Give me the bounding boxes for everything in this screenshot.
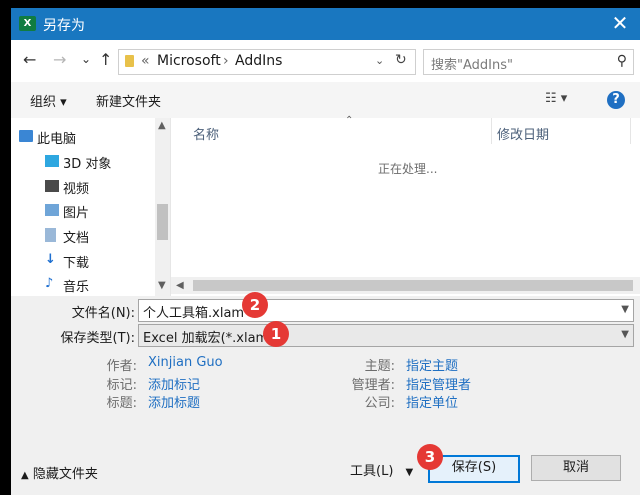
back-button[interactable]: ←	[23, 50, 36, 70]
nav-item-videos[interactable]: 视频	[45, 178, 90, 197]
nav-item-label: 音乐	[63, 280, 90, 295]
manager-label: 管理者:	[351, 378, 395, 393]
tools-label: 工具(L)	[350, 464, 394, 479]
filetype-value: Excel 加载宏(*.xlam)	[143, 331, 274, 346]
scrollbar-thumb[interactable]	[157, 204, 168, 240]
author-label: 作者:	[106, 359, 137, 374]
tags-label: 标记:	[106, 378, 137, 393]
nav-item-label: 3D 对象	[63, 157, 112, 172]
nav-item-3d-objects[interactable]: 3D 对象	[45, 153, 112, 172]
nav-item-label: 图片	[63, 206, 90, 221]
loading-status: 正在处理...	[378, 162, 438, 176]
step-badge-1: 1	[263, 321, 289, 347]
pc-icon	[19, 130, 33, 142]
music-icon: ♪	[45, 276, 54, 291]
breadcrumb-microsoft[interactable]: Microsoft	[157, 53, 221, 69]
hide-folders-toggle[interactable]: ▲ 隐藏文件夹	[21, 463, 98, 482]
address-bar[interactable]: « Microsoft › AddIns ⌄ ↻	[118, 49, 416, 75]
nav-item-label: 视频	[63, 182, 90, 197]
breadcrumb-addins[interactable]: AddIns	[235, 53, 282, 69]
filename-label: 文件名(N):	[71, 306, 135, 321]
nav-item-label: 此电脑	[37, 132, 77, 147]
navigation-pane: 此电脑 3D 对象 视频 图片 文档 ↓ 下载 ♪ 音乐 ▲ ▼	[11, 118, 171, 296]
hide-folders-label: 隐藏文件夹	[32, 467, 98, 482]
step-badge-3: 3	[417, 444, 443, 470]
search-icon[interactable]: ⚲	[617, 53, 627, 69]
subject-value[interactable]: 指定主题	[406, 355, 458, 374]
folder-icon	[125, 55, 134, 67]
help-icon[interactable]: ?	[607, 91, 625, 109]
filetype-select[interactable]: Excel 加载宏(*.xlam) ▼	[138, 324, 634, 347]
excel-app-icon: X	[19, 16, 36, 31]
documents-icon	[45, 228, 56, 242]
3d-objects-icon	[45, 155, 59, 167]
tools-menu[interactable]: 工具(L) ▼	[350, 460, 413, 479]
chevron-down-icon[interactable]: ▼	[621, 304, 629, 315]
filename-input[interactable]: 个人工具箱.xlam	[143, 302, 244, 321]
scroll-down-icon[interactable]: ▼	[158, 280, 166, 291]
nav-item-downloads[interactable]: ↓ 下载	[45, 252, 90, 271]
subject-label: 主题:	[364, 359, 395, 374]
close-icon: ✕	[611, 11, 629, 35]
video-icon	[45, 180, 59, 192]
up-arrow-icon: ↑	[99, 50, 113, 69]
chevron-down-icon: ▼	[405, 467, 414, 478]
column-divider[interactable]	[491, 118, 492, 144]
nav-item-label: 下载	[63, 256, 90, 271]
column-header-date[interactable]: 修改日期	[497, 124, 549, 143]
file-list: ⌃ 名称 修改日期 正在处理... ◀	[171, 115, 640, 296]
search-input[interactable]: 搜索"AddIns"	[431, 54, 513, 73]
forward-arrow-icon: →	[53, 50, 67, 69]
tags-value[interactable]: 添加标记	[148, 374, 200, 393]
breadcrumb-separator: ›	[223, 53, 229, 69]
address-dropdown-icon[interactable]: ⌄	[375, 54, 384, 67]
horizontal-scrollbar[interactable]: ◀	[171, 277, 640, 294]
breadcrumb-overflow[interactable]: «	[141, 53, 150, 69]
new-folder-button[interactable]: 新建文件夹	[96, 91, 161, 110]
column-header-name[interactable]: 名称	[193, 124, 219, 143]
scroll-left-icon[interactable]: ◀	[176, 280, 184, 291]
pictures-icon	[45, 204, 59, 216]
chevron-down-icon[interactable]: ▼	[621, 329, 629, 340]
filename-field[interactable]: 个人工具箱.xlam ▼	[138, 299, 634, 322]
nav-item-documents[interactable]: 文档	[45, 227, 90, 246]
cancel-button[interactable]: 取消	[531, 455, 621, 481]
command-bar: 组织 ▾ 新建文件夹 ☷ ▾ ?	[11, 82, 640, 119]
title-value[interactable]: 添加标题	[148, 392, 200, 411]
back-arrow-icon: ←	[23, 50, 37, 69]
company-value[interactable]: 指定单位	[406, 392, 458, 411]
save-as-dialog: X 另存为 ✕ ← → ⌄ ↑ « Microsoft › AddIns ⌄ ↻…	[11, 8, 640, 495]
step-badge-2: 2	[242, 292, 268, 318]
nav-pane-scrollbar[interactable]: ▲ ▼	[155, 118, 170, 296]
nav-item-pictures[interactable]: 图片	[45, 202, 90, 221]
up-button[interactable]: ↑	[99, 50, 112, 70]
sort-ascending-icon: ⌃	[345, 115, 354, 126]
title-label: 标题:	[106, 396, 137, 411]
forward-button[interactable]: →	[53, 50, 66, 70]
navigation-bar: ← → ⌄ ↑ « Microsoft › AddIns ⌄ ↻ 搜索"AddI…	[11, 40, 640, 82]
view-options-icon[interactable]: ☷ ▾	[545, 91, 567, 106]
close-button[interactable]: ✕	[600, 8, 640, 40]
dialog-title: 另存为	[43, 18, 85, 34]
organize-button[interactable]: 组织 ▾	[30, 91, 67, 110]
chevron-up-icon: ▲	[21, 470, 29, 481]
company-label: 公司:	[364, 396, 395, 411]
column-divider[interactable]	[630, 118, 631, 144]
manager-value[interactable]: 指定管理者	[406, 374, 471, 393]
title-bar: X 另存为 ✕	[11, 8, 640, 40]
chevron-down-icon: ⌄	[81, 52, 92, 66]
downloads-icon: ↓	[45, 252, 56, 267]
recent-locations-button[interactable]: ⌄	[81, 49, 91, 69]
nav-item-label: 文档	[63, 231, 90, 246]
nav-item-music[interactable]: ♪ 音乐	[45, 276, 90, 295]
nav-item-this-pc[interactable]: 此电脑	[19, 128, 77, 147]
scroll-up-icon[interactable]: ▲	[158, 120, 166, 131]
refresh-icon[interactable]: ↻	[395, 52, 407, 68]
filetype-label: 保存类型(T):	[60, 331, 135, 346]
author-value[interactable]: Xinjian Guo	[148, 355, 223, 370]
scrollbar-thumb[interactable]	[193, 280, 633, 291]
search-box[interactable]: 搜索"AddIns" ⚲	[423, 49, 634, 75]
